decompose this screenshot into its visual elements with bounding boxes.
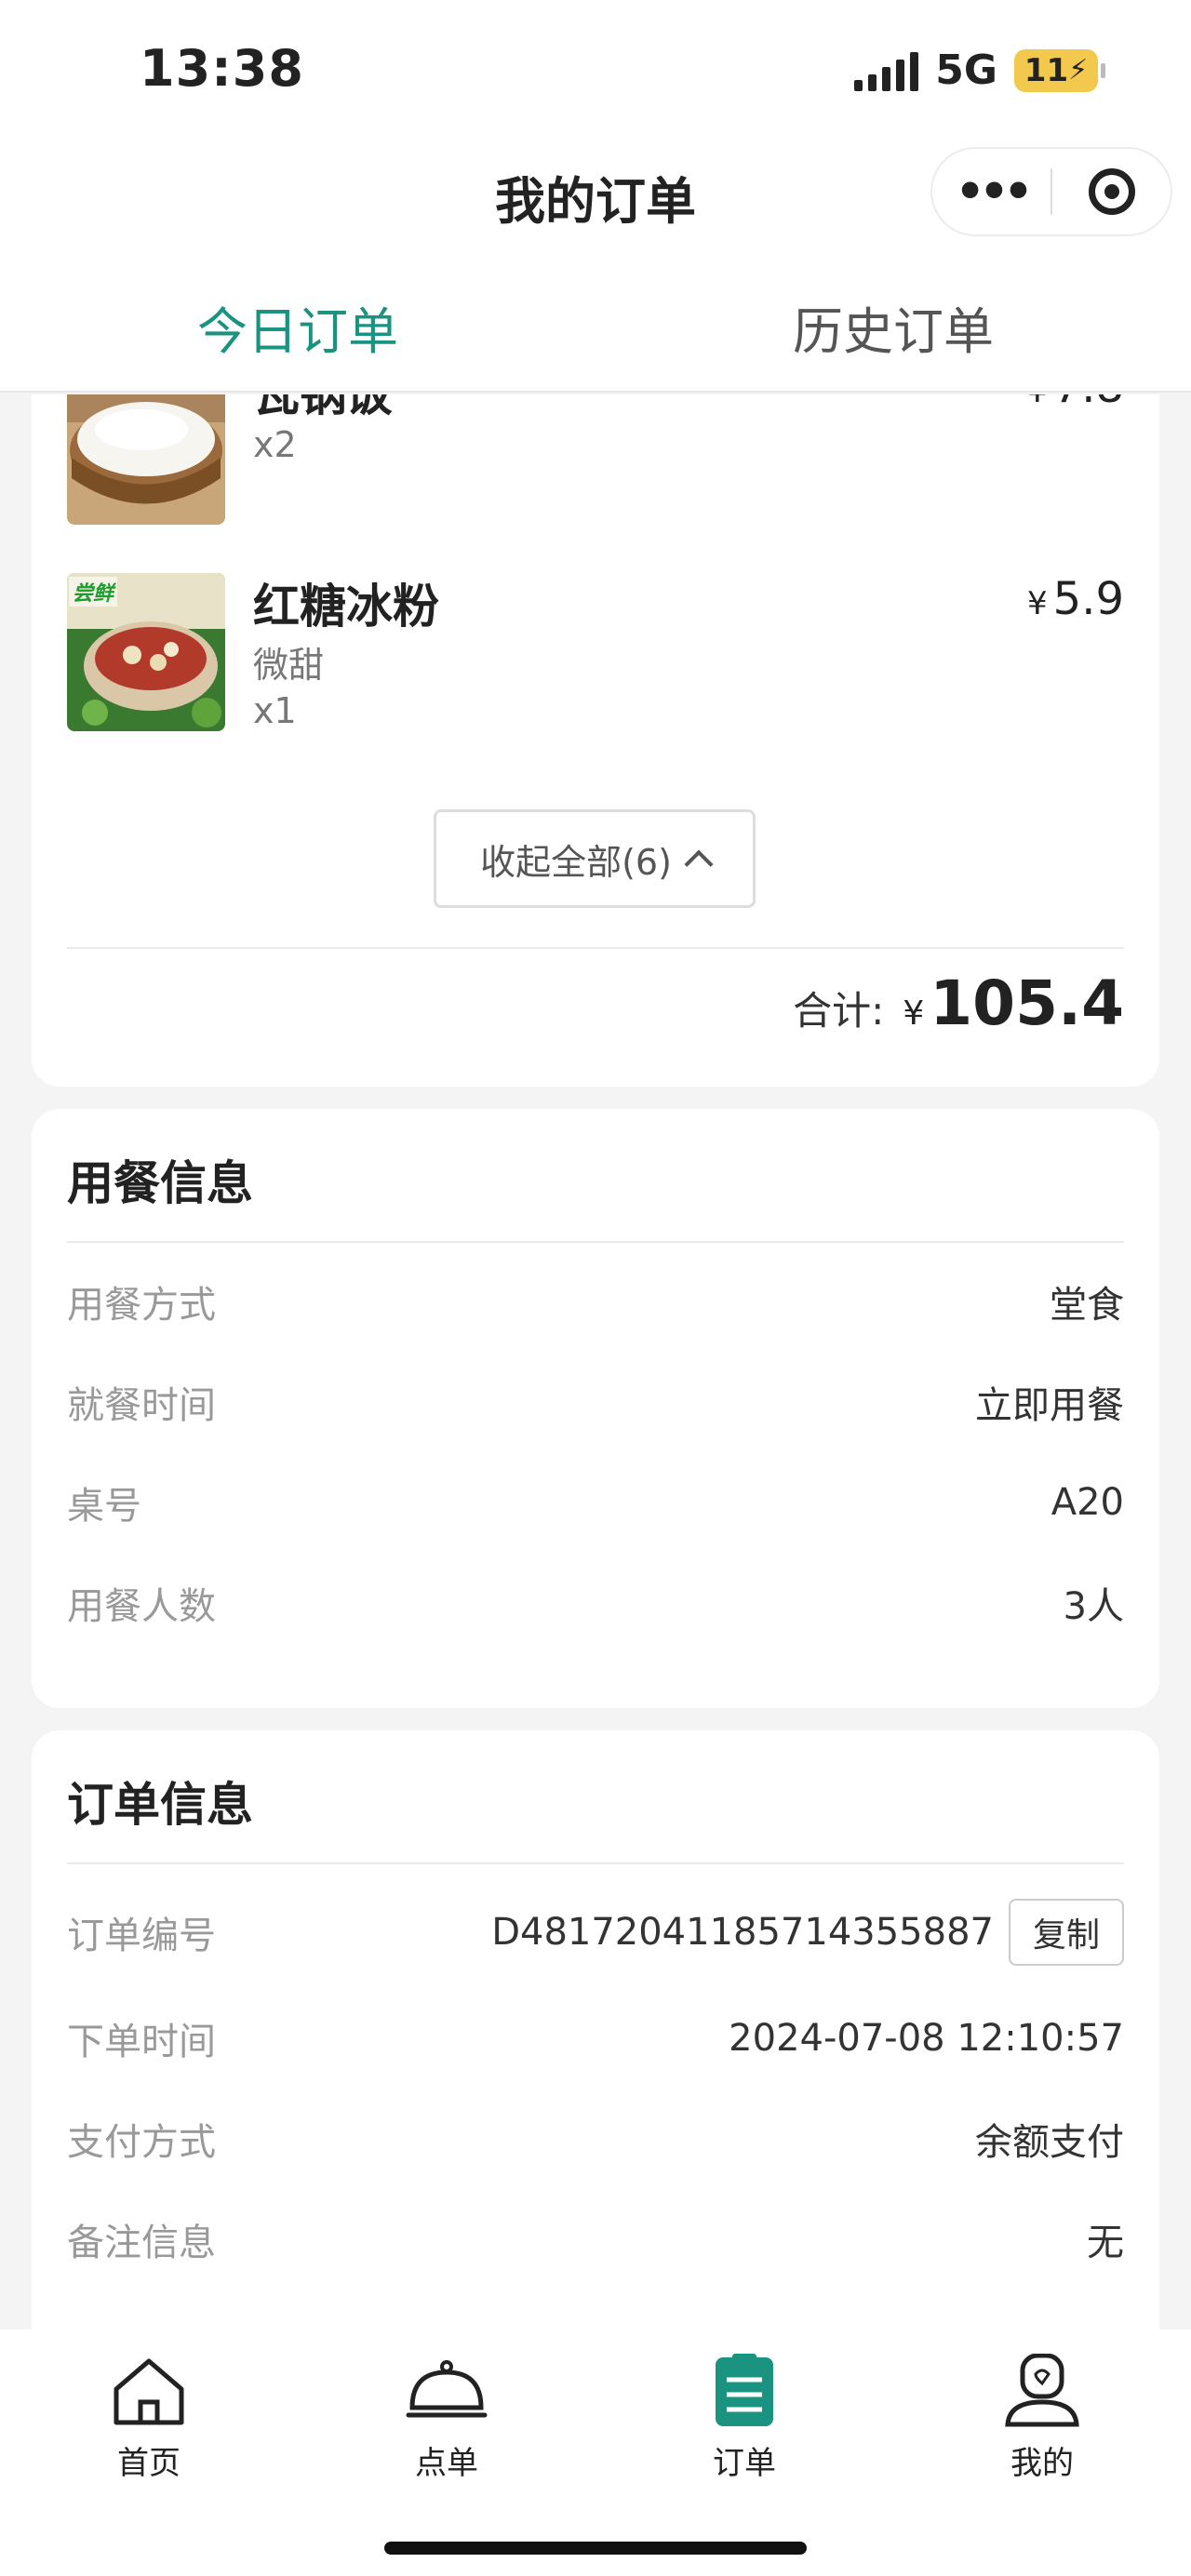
- order-number: D48172041185714355887: [491, 1911, 994, 1954]
- tab-history-orders[interactable]: 历史订单: [596, 251, 1191, 391]
- battery-icon: 11 ⚡: [1014, 48, 1105, 92]
- new-taste-badge: 尝鲜: [69, 577, 118, 607]
- info-key: 支付方式: [67, 2121, 216, 2164]
- info-value: A20: [1050, 1481, 1124, 1524]
- battery-level: 11: [1024, 51, 1069, 89]
- item-price: ¥5.9: [1027, 573, 1124, 625]
- info-value: 2024-07-08 12:10:57: [729, 2017, 1124, 2060]
- info-row-table-number: 桌号 A20: [67, 1470, 1124, 1535]
- chevron-up-icon: [684, 849, 714, 879]
- status-bar: 13:38 5G 11 ⚡: [0, 0, 1191, 140]
- nav-profile[interactable]: 我的: [949, 2353, 1135, 2483]
- total-value: 105.4: [930, 968, 1124, 1039]
- profile-icon: [1005, 2353, 1079, 2427]
- item-qty: x1: [253, 690, 297, 731]
- ice-jelly-image: 尝鲜: [67, 573, 225, 731]
- info-value: 3人: [1063, 1585, 1124, 1628]
- info-key: 订单编号: [67, 1915, 216, 1957]
- collapse-label: 收起全部(6): [480, 841, 672, 883]
- info-key: 用餐方式: [67, 1284, 216, 1327]
- signal-icon: [854, 50, 919, 91]
- order-tabs: 今日订单 历史订单: [0, 251, 1191, 393]
- info-value: 无: [1087, 2222, 1124, 2264]
- info-value: 堂食: [1050, 1284, 1124, 1327]
- info-row-remarks: 备注信息 无: [67, 2207, 1124, 2272]
- bottom-tab-bar: 首页 点单 订单 我的: [0, 2329, 1191, 2576]
- status-indicators: 5G 11 ⚡: [854, 47, 1105, 94]
- price-value: 5.9: [1052, 573, 1124, 625]
- info-row-diners: 用餐人数 3人: [67, 1570, 1124, 1635]
- home-icon: [114, 2358, 184, 2425]
- card-title: 用餐信息: [67, 1156, 253, 1210]
- nav-label: 首页: [117, 2445, 181, 2482]
- nav-order-food[interactable]: 点单: [354, 2354, 540, 2483]
- order-list-icon: [716, 2354, 773, 2426]
- order-detail-content[interactable]: 瓦锅饭 x2 ¥7.8 尝鲜 红糖冰粉 微甜 x1 ¥5.9: [0, 394, 1191, 2329]
- card-title: 订单信息: [67, 1778, 253, 1832]
- info-key: 备注信息: [67, 2222, 216, 2264]
- status-time: 13:38: [140, 39, 304, 98]
- info-row-dining-time: 就餐时间 立即用餐: [67, 1369, 1124, 1435]
- info-row-order-number: 订单编号 D48172041185714355887 复制: [67, 1899, 1124, 1966]
- currency-symbol: ¥: [1027, 585, 1048, 622]
- network-label: 5G: [935, 47, 997, 94]
- navigation-bar: 我的订单 •••: [0, 140, 1191, 251]
- divider: [67, 947, 1124, 949]
- cloche-icon: [406, 2360, 488, 2418]
- info-value: D48172041185714355887 复制: [491, 1899, 1124, 1966]
- nav-label: 我的: [1010, 2445, 1074, 2482]
- tab-today-orders[interactable]: 今日订单: [0, 251, 596, 391]
- copy-button[interactable]: 复制: [1008, 1899, 1124, 1966]
- info-value: 余额支付: [975, 2121, 1124, 2164]
- divider: [67, 1862, 1124, 1864]
- nav-label: 点单: [415, 2445, 478, 2482]
- close-miniprogram-icon[interactable]: [1052, 168, 1171, 215]
- info-row-dining-mode: 用餐方式 堂食: [67, 1269, 1124, 1334]
- info-key: 用餐人数: [67, 1585, 216, 1628]
- price-value: 7.8: [1053, 394, 1124, 413]
- list-item: 尝鲜 红糖冰粉 微甜 x1 ¥5.9: [67, 573, 1124, 741]
- item-name: 红糖冰粉: [253, 580, 439, 634]
- item-name: 瓦锅饭: [253, 394, 393, 421]
- nav-orders[interactable]: 订单: [651, 2354, 837, 2483]
- nav-label: 订单: [713, 2445, 776, 2482]
- item-qty: x2: [253, 424, 297, 465]
- item-spec: 微甜: [253, 645, 325, 686]
- dining-info-card: 用餐信息 用餐方式 堂食 就餐时间 立即用餐 桌号 A20 用餐人数 3人: [32, 1109, 1159, 1708]
- info-value: 立即用餐: [975, 1384, 1124, 1427]
- currency-symbol: ¥: [1027, 394, 1048, 410]
- tab-label: 今日订单: [197, 302, 398, 361]
- order-items-card: 瓦锅饭 x2 ¥7.8 尝鲜 红糖冰粉 微甜 x1 ¥5.9: [32, 394, 1159, 1087]
- item-price: ¥7.8: [1027, 394, 1124, 413]
- info-row-payment-method: 支付方式 余额支付: [67, 2106, 1124, 2171]
- list-item: 瓦锅饭 x2 ¥7.8: [67, 394, 1124, 553]
- miniprogram-capsule: •••: [930, 147, 1172, 236]
- info-row-order-time: 下单时间 2024-07-08 12:10:57: [67, 2006, 1124, 2071]
- order-total: 合计: ¥ 105.4: [793, 968, 1124, 1039]
- collapse-all-button[interactable]: 收起全部(6): [434, 809, 756, 908]
- info-key: 就餐时间: [67, 1384, 216, 1427]
- home-indicator: [384, 2542, 807, 2555]
- nav-home[interactable]: 首页: [56, 2354, 242, 2483]
- info-key: 桌号: [67, 1485, 141, 1528]
- more-icon[interactable]: •••: [932, 168, 1050, 215]
- info-key: 下单时间: [67, 2021, 216, 2063]
- order-info-card: 订单信息 订单编号 D48172041185714355887 复制 下单时间 …: [32, 1730, 1159, 2329]
- currency-symbol: ¥: [903, 994, 925, 1033]
- divider: [67, 1241, 1124, 1243]
- tab-label: 历史订单: [793, 302, 994, 361]
- total-label: 合计:: [793, 988, 885, 1034]
- rice-bowl-image: [67, 394, 225, 525]
